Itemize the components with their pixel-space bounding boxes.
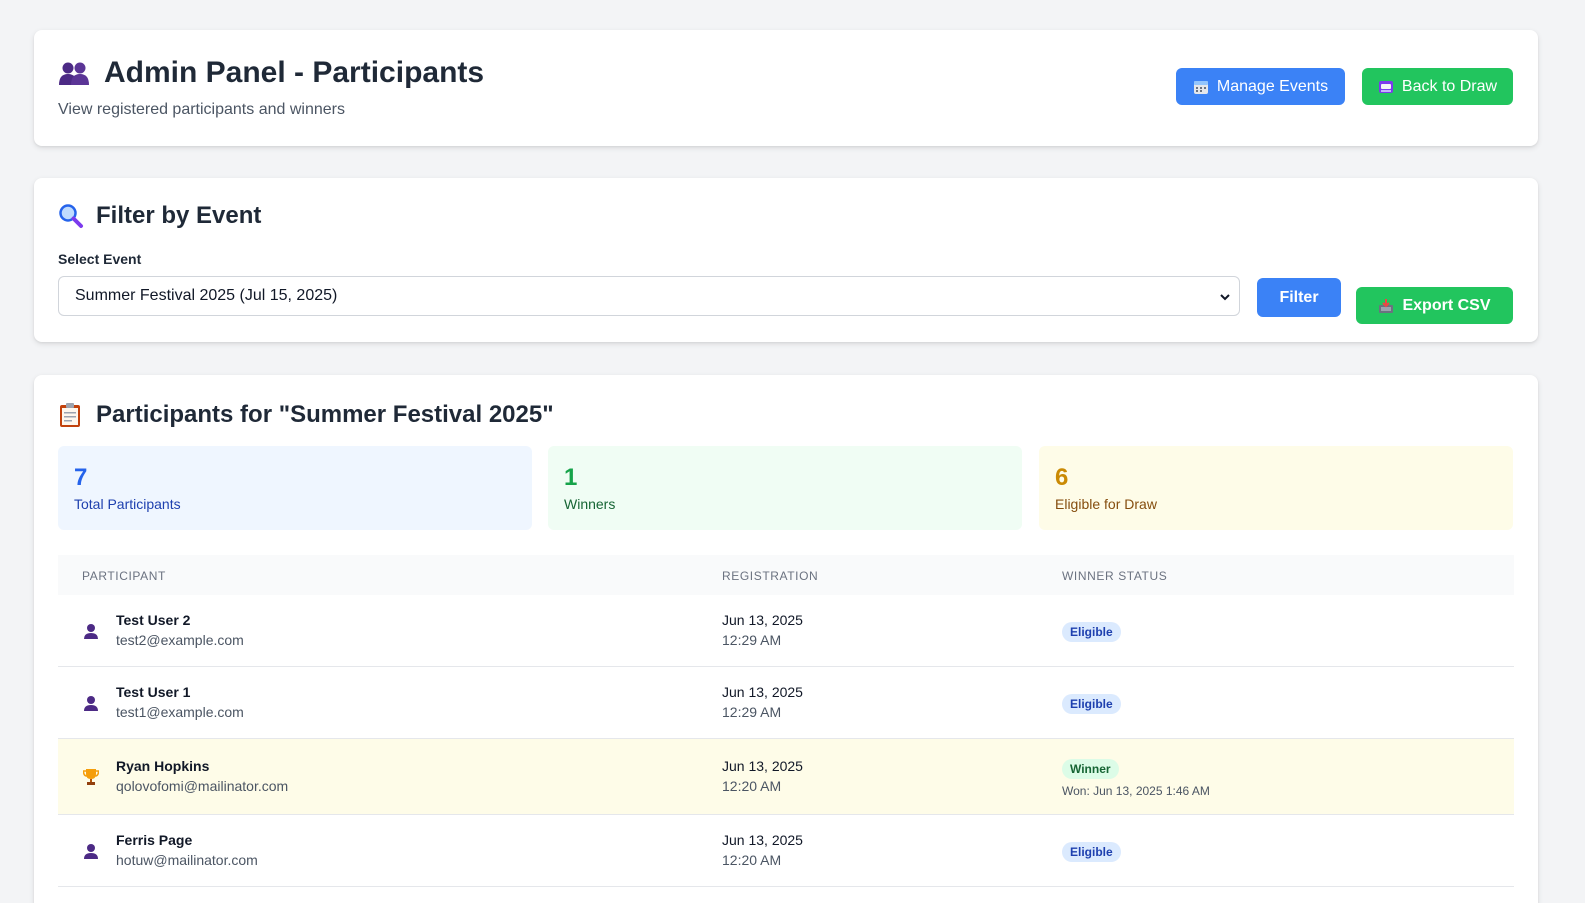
status-badge: Eligible: [1062, 694, 1121, 714]
table-row[interactable]: Ferris Page hotuw@mailinator.com Jun 13,…: [58, 815, 1514, 887]
participants-title: Participants for "Summer Festival 2025": [58, 401, 554, 429]
filter-button[interactable]: Filter: [1257, 278, 1341, 317]
trophy-icon: [82, 768, 100, 786]
participant-name: Ryan Hopkins: [116, 758, 210, 774]
stat-total-value: 7: [74, 464, 88, 491]
participants-table: Participant Registration Winner Status T…: [58, 555, 1514, 887]
calendar-icon: [1193, 79, 1209, 95]
participant-name: Test User 2: [116, 612, 191, 628]
header-card: Admin Panel - Participants View register…: [34, 30, 1538, 146]
event-select[interactable]: Summer Festival 2025 (Jul 15, 2025): [58, 276, 1240, 316]
chevron-down-icon: [1219, 290, 1231, 302]
people-icon: [58, 58, 94, 88]
stat-winners-label: Winners: [564, 496, 616, 512]
registration-date: Jun 13, 2025: [722, 612, 803, 628]
user-icon: [82, 694, 100, 712]
registration-date: Jun 13, 2025: [722, 684, 803, 700]
participant-email: test1@example.com: [116, 704, 244, 720]
participant-name: Test User 1: [116, 684, 191, 700]
participant-email: qolovofomi@mailinator.com: [116, 778, 289, 794]
stat-total-label: Total Participants: [74, 496, 181, 512]
won-date: Won: Jun 13, 2025 1:46 AM: [1062, 784, 1210, 798]
stat-total-participants: 7 Total Participants: [58, 446, 532, 530]
table-row[interactable]: Test User 1 test1@example.com Jun 13, 20…: [58, 667, 1514, 739]
stat-winners-value: 1: [564, 464, 578, 491]
manage-events-label: Manage Events: [1216, 77, 1329, 95]
stat-eligible: 6 Eligible for Draw: [1039, 446, 1513, 530]
stat-eligible-label: Eligible for Draw: [1055, 496, 1157, 512]
slot-machine-icon: [1378, 79, 1394, 95]
participants-card: Participants for "Summer Festival 2025" …: [34, 375, 1538, 903]
stat-winners: 1 Winners: [548, 446, 1022, 530]
table-header: Participant Registration Winner Status: [58, 555, 1514, 595]
filter-title-text: Filter by Event: [96, 202, 262, 229]
registration-time: 12:29 AM: [722, 704, 782, 720]
participant-email: test2@example.com: [116, 632, 244, 648]
participant-name: Ferris Page: [116, 832, 193, 848]
stat-eligible-value: 6: [1055, 464, 1069, 491]
export-icon: [1378, 298, 1394, 314]
filter-title: Filter by Event: [58, 202, 261, 230]
export-csv-button[interactable]: Export CSV: [1356, 287, 1513, 324]
page-title: Admin Panel - Participants: [58, 56, 484, 90]
clipboard-icon: [58, 401, 86, 429]
back-to-draw-label: Back to Draw: [1401, 77, 1498, 95]
registration-date: Jun 13, 2025: [722, 832, 803, 848]
status-badge: Winner: [1062, 759, 1119, 779]
event-select-value: Summer Festival 2025 (Jul 15, 2025): [75, 287, 338, 304]
registration-time: 12:20 AM: [722, 852, 782, 868]
column-header-participant: Participant: [82, 569, 166, 583]
select-event-label: Select Event: [58, 251, 142, 267]
magnifier-icon: [58, 202, 86, 230]
table-row[interactable]: Test User 2 test2@example.com Jun 13, 20…: [58, 595, 1514, 667]
filter-card: Filter by Event Select Event Summer Fest…: [34, 178, 1538, 342]
user-icon: [82, 622, 100, 640]
participants-title-text: Participants for "Summer Festival 2025": [96, 401, 554, 428]
participant-email: hotuw@mailinator.com: [116, 852, 258, 868]
status-badge: Eligible: [1062, 842, 1121, 862]
user-icon: [82, 842, 100, 860]
export-csv-label: Export CSV: [1402, 296, 1491, 314]
table-row[interactable]: Ryan Hopkins qolovofomi@mailinator.com J…: [58, 739, 1514, 815]
registration-date: Jun 13, 2025: [722, 758, 803, 774]
filter-button-label: Filter: [1279, 288, 1319, 306]
registration-time: 12:20 AM: [722, 778, 782, 794]
column-header-registration: Registration: [722, 569, 819, 583]
status-badge: Eligible: [1062, 622, 1121, 642]
manage-events-button[interactable]: Manage Events: [1176, 68, 1345, 105]
column-header-winner-status: Winner Status: [1062, 569, 1168, 583]
page-title-text: Admin Panel - Participants: [104, 56, 485, 89]
back-to-draw-button[interactable]: Back to Draw: [1362, 68, 1513, 105]
page-subtitle: View registered participants and winners: [58, 101, 345, 118]
registration-time: 12:29 AM: [722, 632, 782, 648]
